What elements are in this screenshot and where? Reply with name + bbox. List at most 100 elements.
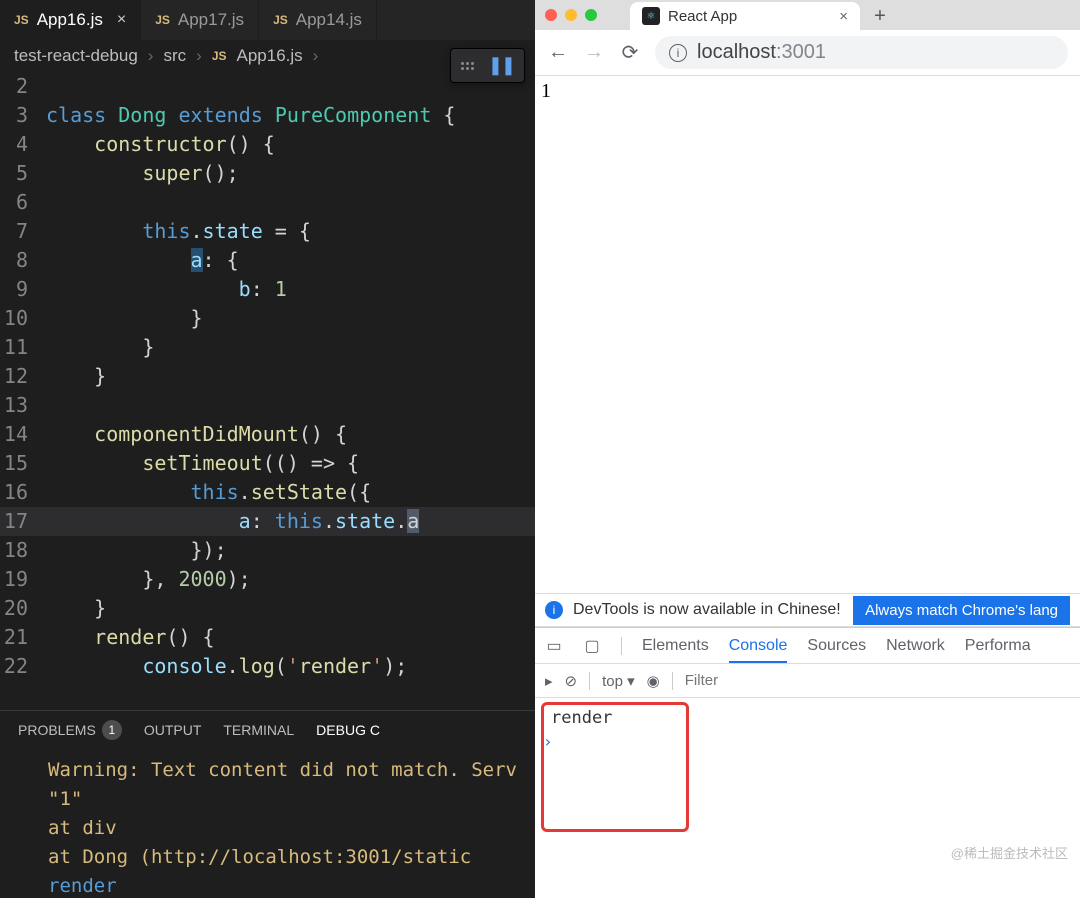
traffic-maximize-icon[interactable] [585, 9, 597, 21]
panel-terminal[interactable]: TERMINAL [223, 722, 294, 738]
chrome-tabstrip: ⚛ React App × + [630, 0, 1070, 30]
warning-line: at div [48, 814, 523, 843]
devtools-tab-console[interactable]: Console [729, 637, 788, 663]
panel-debug-console[interactable]: DEBUG C [316, 722, 380, 738]
js-file-icon: JS [155, 13, 170, 27]
code-line[interactable]: 16 this.setState({ [0, 478, 535, 507]
live-expression-icon[interactable]: ◉ [647, 672, 660, 690]
code-line[interactable]: 20 } [0, 594, 535, 623]
code-line[interactable]: 8 a: { [0, 246, 535, 275]
js-file-icon: JS [273, 13, 288, 27]
code-line[interactable]: 12 } [0, 362, 535, 391]
panel-tab-label: PROBLEMS [18, 722, 96, 738]
highlight-box [541, 702, 689, 832]
separator [621, 637, 622, 655]
chrome-tab[interactable]: ⚛ React App × [630, 2, 860, 30]
breadcrumb-folder[interactable]: test-react-debug [14, 46, 138, 66]
devtools-tab-sources[interactable]: Sources [807, 637, 866, 655]
code-line[interactable]: 22 console.log('render'); [0, 652, 535, 681]
devtools-tab-elements[interactable]: Elements [642, 637, 709, 655]
tab-app16[interactable]: JS App16.js × [0, 0, 141, 40]
devtools-tab-network[interactable]: Network [886, 637, 945, 655]
context-selector[interactable]: top ▾ [602, 672, 635, 690]
nav-back-button[interactable]: ← [547, 41, 569, 64]
code-line[interactable]: 6 [0, 188, 535, 217]
panel-problems[interactable]: PROBLEMS 1 [18, 720, 122, 740]
infobar-text: DevTools is now available in Chinese! [573, 601, 841, 619]
code-line[interactable]: 17 a: this.state.a [0, 507, 535, 536]
code-line[interactable]: 9 b: 1 [0, 275, 535, 304]
nav-forward-button[interactable]: → [583, 41, 605, 64]
nav-reload-button[interactable]: ⟳ [619, 40, 641, 65]
breadcrumb-file[interactable]: App16.js [237, 46, 303, 66]
traffic-minimize-icon[interactable] [565, 9, 577, 21]
code-line[interactable]: 14 componentDidMount() { [0, 420, 535, 449]
device-icon[interactable]: ▢ [583, 636, 601, 656]
warning-line: Warning: Text content did not match. Ser… [48, 756, 523, 785]
vscode-editor: JS App16.js × JS App17.js JS App14.js te… [0, 0, 535, 898]
problems-badge: 1 [102, 720, 122, 740]
code-line[interactable]: 11 } [0, 333, 535, 362]
breadcrumb-folder[interactable]: src [163, 46, 186, 66]
site-info-icon[interactable]: i [669, 44, 687, 62]
code-line[interactable]: 15 setTimeout(() => { [0, 449, 535, 478]
separator [589, 672, 590, 690]
js-file-icon: JS [212, 49, 227, 63]
toolbar: ← → ⟳ i localhost:3001 [535, 30, 1080, 76]
code-line[interactable]: 4 constructor() { [0, 130, 535, 159]
chrome-window: ⚛ React App × + ← → ⟳ i localhost:3001 1… [535, 0, 1080, 898]
watermark: @稀土掘金技术社区 [951, 843, 1068, 862]
console-filter-input[interactable] [685, 672, 1070, 689]
code-line[interactable]: 19 }, 2000); [0, 565, 535, 594]
debug-toolbar[interactable]: ❚❚ [450, 48, 525, 83]
chevron-right-icon: › [196, 46, 202, 66]
close-icon[interactable]: × [839, 8, 848, 25]
tab-label: App17.js [178, 10, 244, 30]
code-area[interactable]: 23class Dong extends PureComponent {4 co… [0, 72, 535, 710]
chevron-right-icon: › [148, 46, 154, 66]
console-sidebar-icon[interactable]: ▸ [545, 672, 553, 690]
code-line[interactable]: 7 this.state = { [0, 217, 535, 246]
inspect-icon[interactable]: ▭ [545, 636, 563, 656]
console-output[interactable]: render › [535, 698, 1080, 898]
react-favicon-icon: ⚛ [642, 7, 660, 25]
page-text: 1 [541, 80, 551, 102]
panel-output[interactable]: OUTPUT [144, 722, 202, 738]
pause-button[interactable]: ❚❚ [488, 55, 514, 76]
close-icon[interactable]: × [117, 12, 126, 28]
tab-label: App14.js [296, 10, 362, 30]
chrome-tab-title: React App [668, 8, 737, 25]
devtools-tabs: ▭ ▢ Elements Console Sources Network Per… [535, 628, 1080, 664]
newtab-button[interactable]: + [866, 2, 894, 30]
code-line[interactable]: 3class Dong extends PureComponent { [0, 101, 535, 130]
infobar-action-button[interactable]: Always match Chrome's lang [853, 596, 1070, 625]
tab-app17[interactable]: JS App17.js [141, 0, 259, 40]
debug-console-body[interactable]: Warning: Text content did not match. Ser… [0, 748, 535, 898]
console-render-line: render [48, 872, 523, 898]
clear-console-icon[interactable]: ⊘ [565, 672, 578, 690]
devtools-infobar: i DevTools is now available in Chinese! … [535, 593, 1080, 627]
tab-label: App16.js [37, 10, 103, 30]
console-toolbar: ▸ ⊘ top ▾ ◉ [535, 664, 1080, 698]
window-titlebar: ⚛ React App × + [535, 0, 1080, 30]
panel-tabs: PROBLEMS 1 OUTPUT TERMINAL DEBUG C [0, 710, 535, 748]
code-line[interactable]: 18 }); [0, 536, 535, 565]
devtools-tab-performance[interactable]: Performa [965, 637, 1031, 655]
grip-icon[interactable] [461, 62, 474, 70]
code-line[interactable]: 10 } [0, 304, 535, 333]
tab-app14[interactable]: JS App14.js [259, 0, 377, 40]
warning-line: "1" [48, 785, 523, 814]
editor-tabs: JS App16.js × JS App17.js JS App14.js [0, 0, 535, 40]
code-line[interactable]: 13 [0, 391, 535, 420]
info-icon: i [545, 601, 563, 619]
chevron-right-icon: › [313, 46, 319, 66]
page-content: 1 [535, 76, 1080, 593]
address-bar[interactable]: i localhost:3001 [655, 36, 1068, 69]
url-text: localhost:3001 [697, 41, 826, 64]
js-file-icon: JS [14, 13, 29, 27]
traffic-close-icon[interactable] [545, 9, 557, 21]
code-line[interactable]: 21 render() { [0, 623, 535, 652]
code-line[interactable]: 5 super(); [0, 159, 535, 188]
separator [672, 672, 673, 690]
warning-line: at Dong (http://localhost:3001/static [48, 843, 523, 872]
